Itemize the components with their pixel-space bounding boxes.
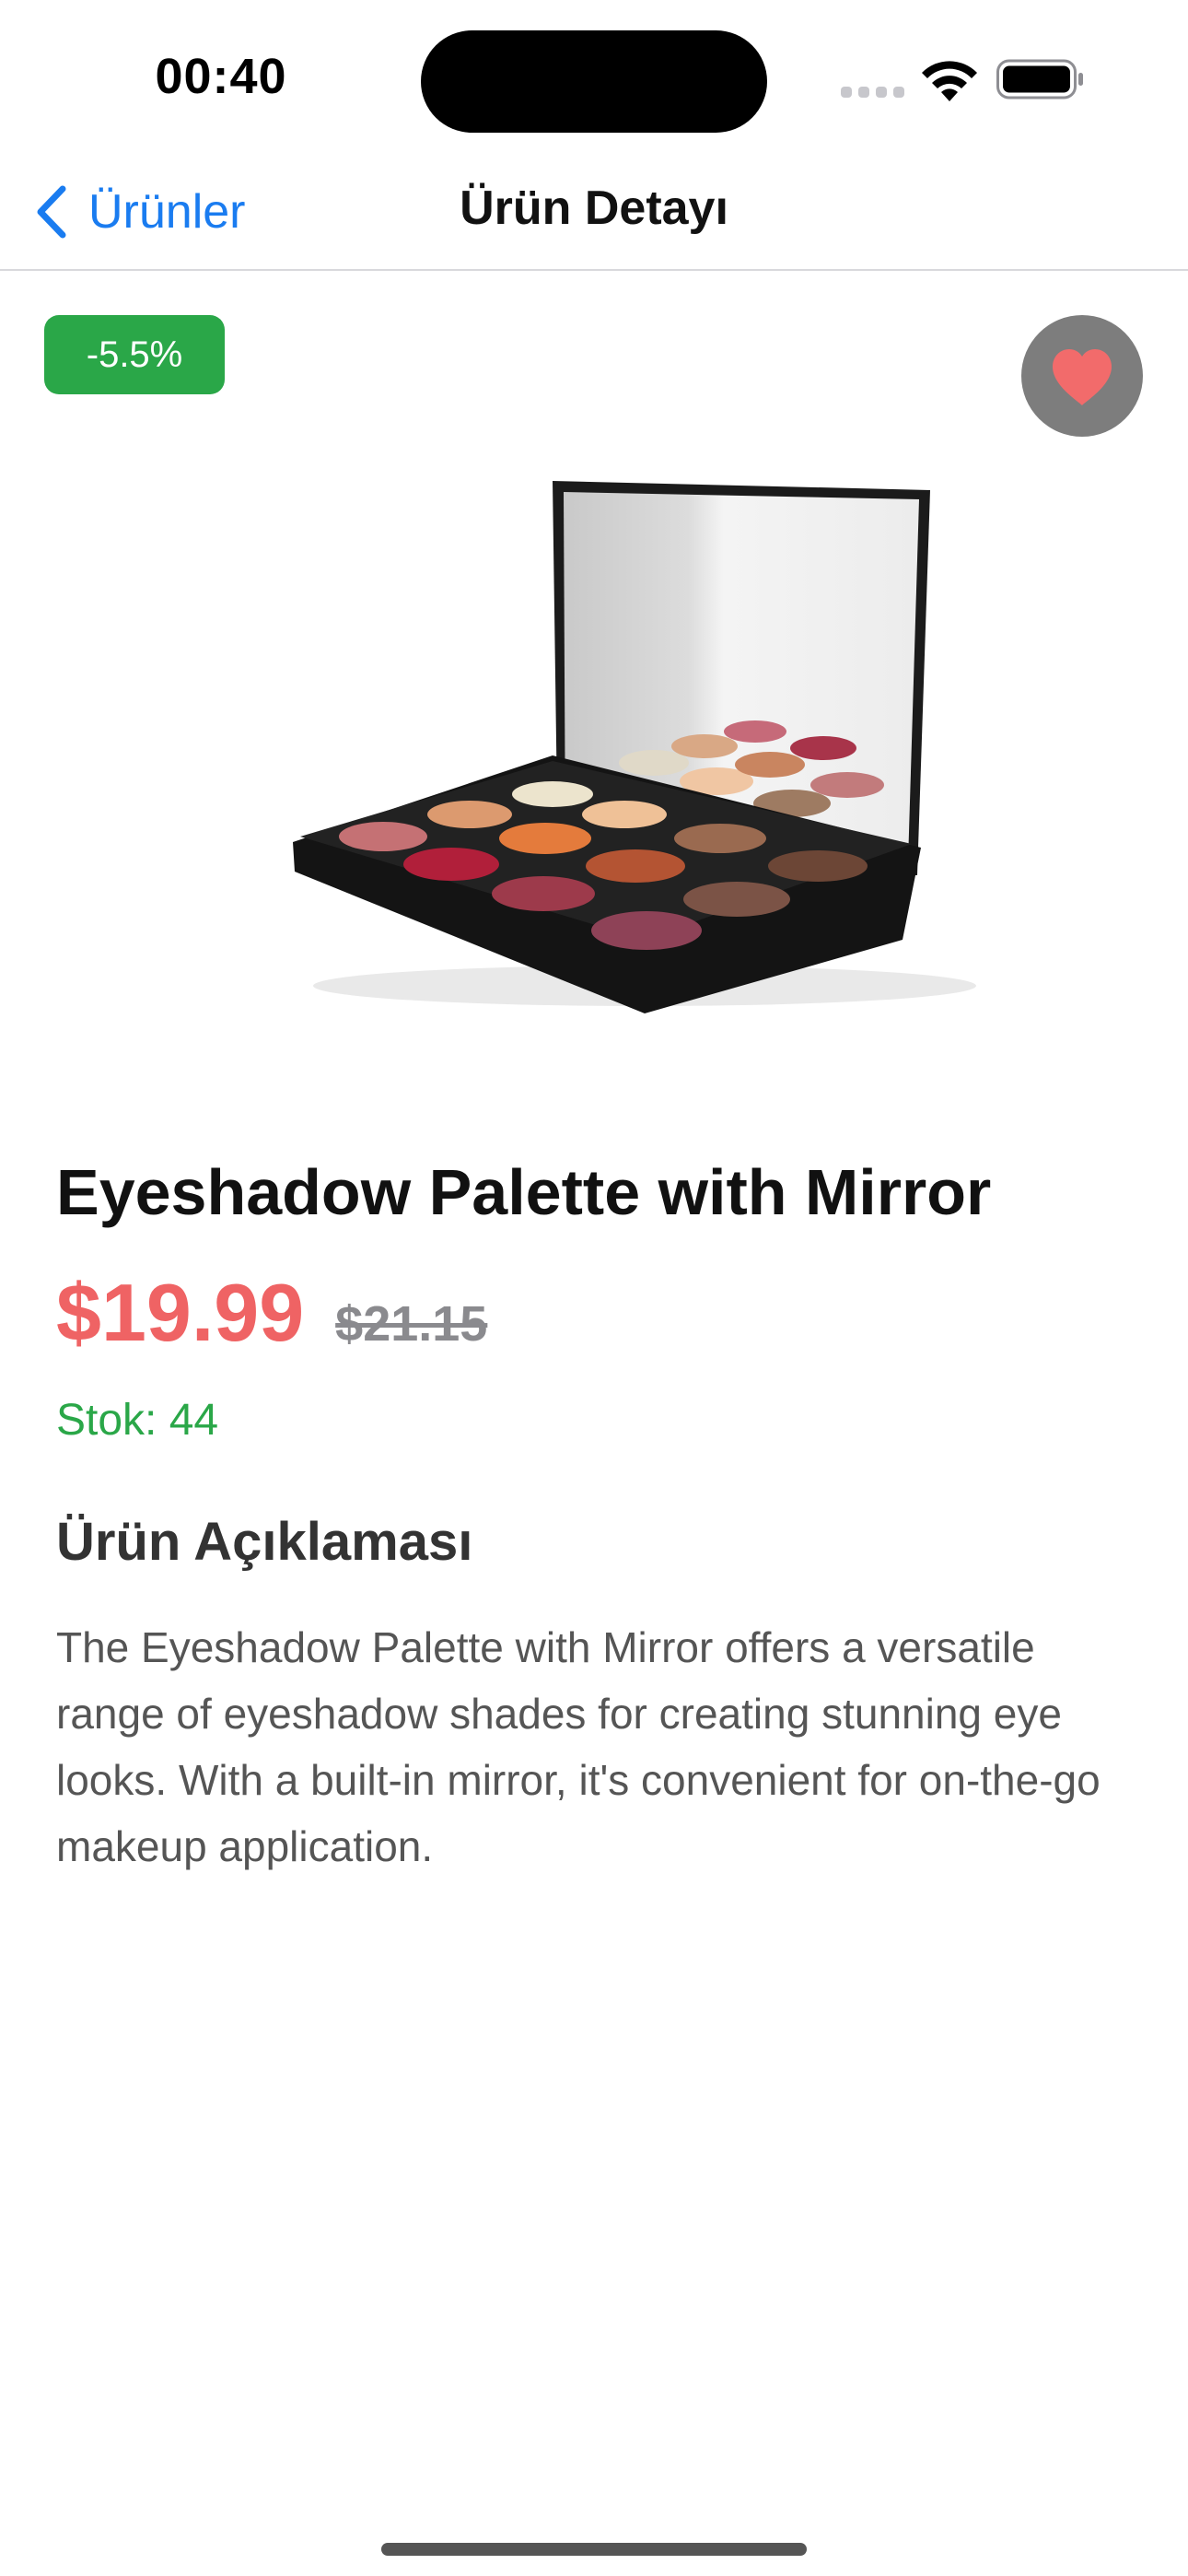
dynamic-island bbox=[421, 30, 767, 133]
wifi-icon bbox=[922, 61, 977, 101]
favorite-button[interactable] bbox=[1021, 315, 1143, 437]
stock-count: Stok: 44 bbox=[56, 1396, 219, 1445]
description-title: Ürün Açıklaması bbox=[56, 1512, 473, 1572]
battery-icon bbox=[996, 59, 1083, 100]
product-description: The Eyeshadow Palette with Mirror offers… bbox=[56, 1623, 1101, 1870]
product-name: Eyeshadow Palette with Mirror bbox=[56, 1156, 992, 1228]
price-row: $19.99 $21.15 bbox=[56, 1266, 487, 1360]
discount-badge: -5.5% bbox=[44, 315, 225, 394]
original-price: $21.15 bbox=[335, 1296, 488, 1352]
signal-icon bbox=[841, 87, 905, 100]
page-title: Ürün Detayı bbox=[460, 181, 728, 235]
eyeshadow-palette-image bbox=[293, 481, 976, 1013]
status-bar: 00:40 bbox=[0, 0, 1188, 157]
heart-icon bbox=[1053, 349, 1112, 405]
navigation-bar: Ürünler Ürün Detayı bbox=[0, 157, 1188, 271]
current-price: $19.99 bbox=[56, 1267, 305, 1358]
product-detail-screen: 00:40 Ürünler Ürün Detayı -5.5% Eyeshado… bbox=[0, 0, 1188, 2576]
status-time: 00:40 bbox=[155, 49, 287, 104]
home-indicator[interactable] bbox=[381, 2543, 807, 2556]
